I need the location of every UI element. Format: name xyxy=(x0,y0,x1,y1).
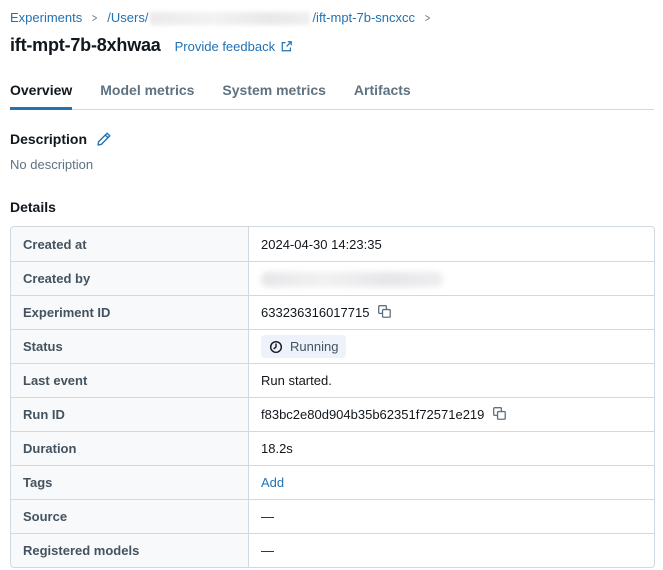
detail-label: Tags xyxy=(11,465,249,499)
detail-value: — xyxy=(261,543,274,558)
tab-overview[interactable]: Overview xyxy=(10,76,73,110)
copy-button[interactable] xyxy=(377,304,392,322)
detail-label: Status xyxy=(11,329,249,363)
tab-artifacts[interactable]: Artifacts xyxy=(354,76,411,110)
table-row: Created by xyxy=(11,261,654,295)
detail-value: Run started. xyxy=(261,373,332,388)
detail-label: Last event xyxy=(11,363,249,397)
copy-icon xyxy=(378,304,392,318)
description-section-header: Description xyxy=(10,131,654,147)
tab-model-metrics[interactable]: Model metrics xyxy=(100,76,194,110)
detail-label: Source xyxy=(11,499,249,533)
detail-value-cell: Add xyxy=(249,465,654,499)
detail-label: Run ID xyxy=(11,397,249,431)
detail-label: Registered models xyxy=(11,533,249,567)
redacted-value-blur xyxy=(261,271,443,287)
breadcrumb-separator: > xyxy=(424,11,431,25)
provide-feedback-label: Provide feedback xyxy=(174,39,276,54)
detail-value: 2024-04-30 14:23:35 xyxy=(261,236,382,252)
table-row: Source — xyxy=(11,499,654,533)
table-row: Experiment ID 633236316017715 xyxy=(11,295,654,329)
table-row: Tags Add xyxy=(11,465,654,499)
detail-value-cell: 18.2s xyxy=(249,431,654,465)
page-title: ift-mpt-7b-8xhwaa xyxy=(10,35,161,55)
tab-bar: Overview Model metrics System metrics Artif… xyxy=(10,76,654,110)
table-row: Created at 2024-04-30 14:23:35 xyxy=(11,227,654,261)
edit-pencil-icon xyxy=(97,132,111,146)
copy-button[interactable] xyxy=(492,406,507,424)
detail-label: Experiment ID xyxy=(11,295,249,329)
table-row: Status Running xyxy=(11,329,654,363)
breadcrumb-experiment-path-link[interactable]: /Users/ /ift-mpt-7b-sncxcc xyxy=(107,9,415,27)
table-row: Duration 18.2s xyxy=(11,431,654,465)
tags-add-link[interactable]: Add xyxy=(261,475,284,490)
detail-value: 633236316017715 xyxy=(261,304,370,320)
provide-feedback-link[interactable]: Provide feedback xyxy=(175,39,293,54)
clock-icon xyxy=(269,340,283,353)
detail-value-cell: 633236316017715 xyxy=(249,295,654,329)
redacted-username-blur xyxy=(150,11,311,25)
breadcrumb-separator: > xyxy=(92,11,98,25)
breadcrumb-path-prefix: /Users/ xyxy=(107,10,149,25)
detail-value-cell: — xyxy=(249,499,654,533)
details-table-body: Created at 2024-04-30 14:23:35 Created by E… xyxy=(11,227,654,567)
description-heading: Description xyxy=(10,131,88,147)
detail-value-cell: f83bc2e80d904b35b62351f72571e219 xyxy=(249,397,654,431)
table-row: Run ID f83bc2e80d904b35b62351f72571e219 xyxy=(11,397,654,431)
details-heading: Details xyxy=(10,199,56,215)
table-row: Registered models — xyxy=(11,533,654,567)
details-table: Created at 2024-04-30 14:23:35 Created by E… xyxy=(10,226,655,568)
status-text: Running xyxy=(290,339,339,354)
external-link-icon xyxy=(281,41,292,52)
run-overview-page: Experiments > /Users/ /ift-mpt-7b-sncxcc… xyxy=(0,0,663,568)
detail-value-cell: — xyxy=(249,533,654,567)
copy-icon xyxy=(493,406,507,420)
detail-label: Duration xyxy=(11,431,249,465)
table-row: Last event Run started. xyxy=(11,363,654,397)
detail-value: f83bc2e80d904b35b62351f72571e219 xyxy=(261,406,485,422)
edit-description-button[interactable] xyxy=(96,131,112,147)
detail-value-cell: 2024-04-30 14:23:35 xyxy=(249,227,654,261)
no-description-text: No description xyxy=(10,157,94,172)
title-row: ift-mpt-7b-8xhwaa Provide feedback xyxy=(10,35,654,56)
detail-value-cell: Running xyxy=(249,329,654,363)
detail-value-cell xyxy=(249,261,654,295)
detail-label: Created at xyxy=(11,227,249,261)
detail-value: — xyxy=(261,509,274,524)
detail-value-cell: Run started. xyxy=(249,363,654,397)
breadcrumb-experiments-link[interactable]: Experiments xyxy=(10,9,82,27)
tab-system-metrics[interactable]: System metrics xyxy=(222,76,326,110)
breadcrumb-path-suffix: /ift-mpt-7b-sncxcc xyxy=(312,10,416,25)
detail-value: 18.2s xyxy=(261,441,293,456)
detail-label: Created by xyxy=(11,261,249,295)
breadcrumb: Experiments > /Users/ /ift-mpt-7b-sncxcc… xyxy=(10,9,654,27)
status-badge: Running xyxy=(261,335,347,358)
